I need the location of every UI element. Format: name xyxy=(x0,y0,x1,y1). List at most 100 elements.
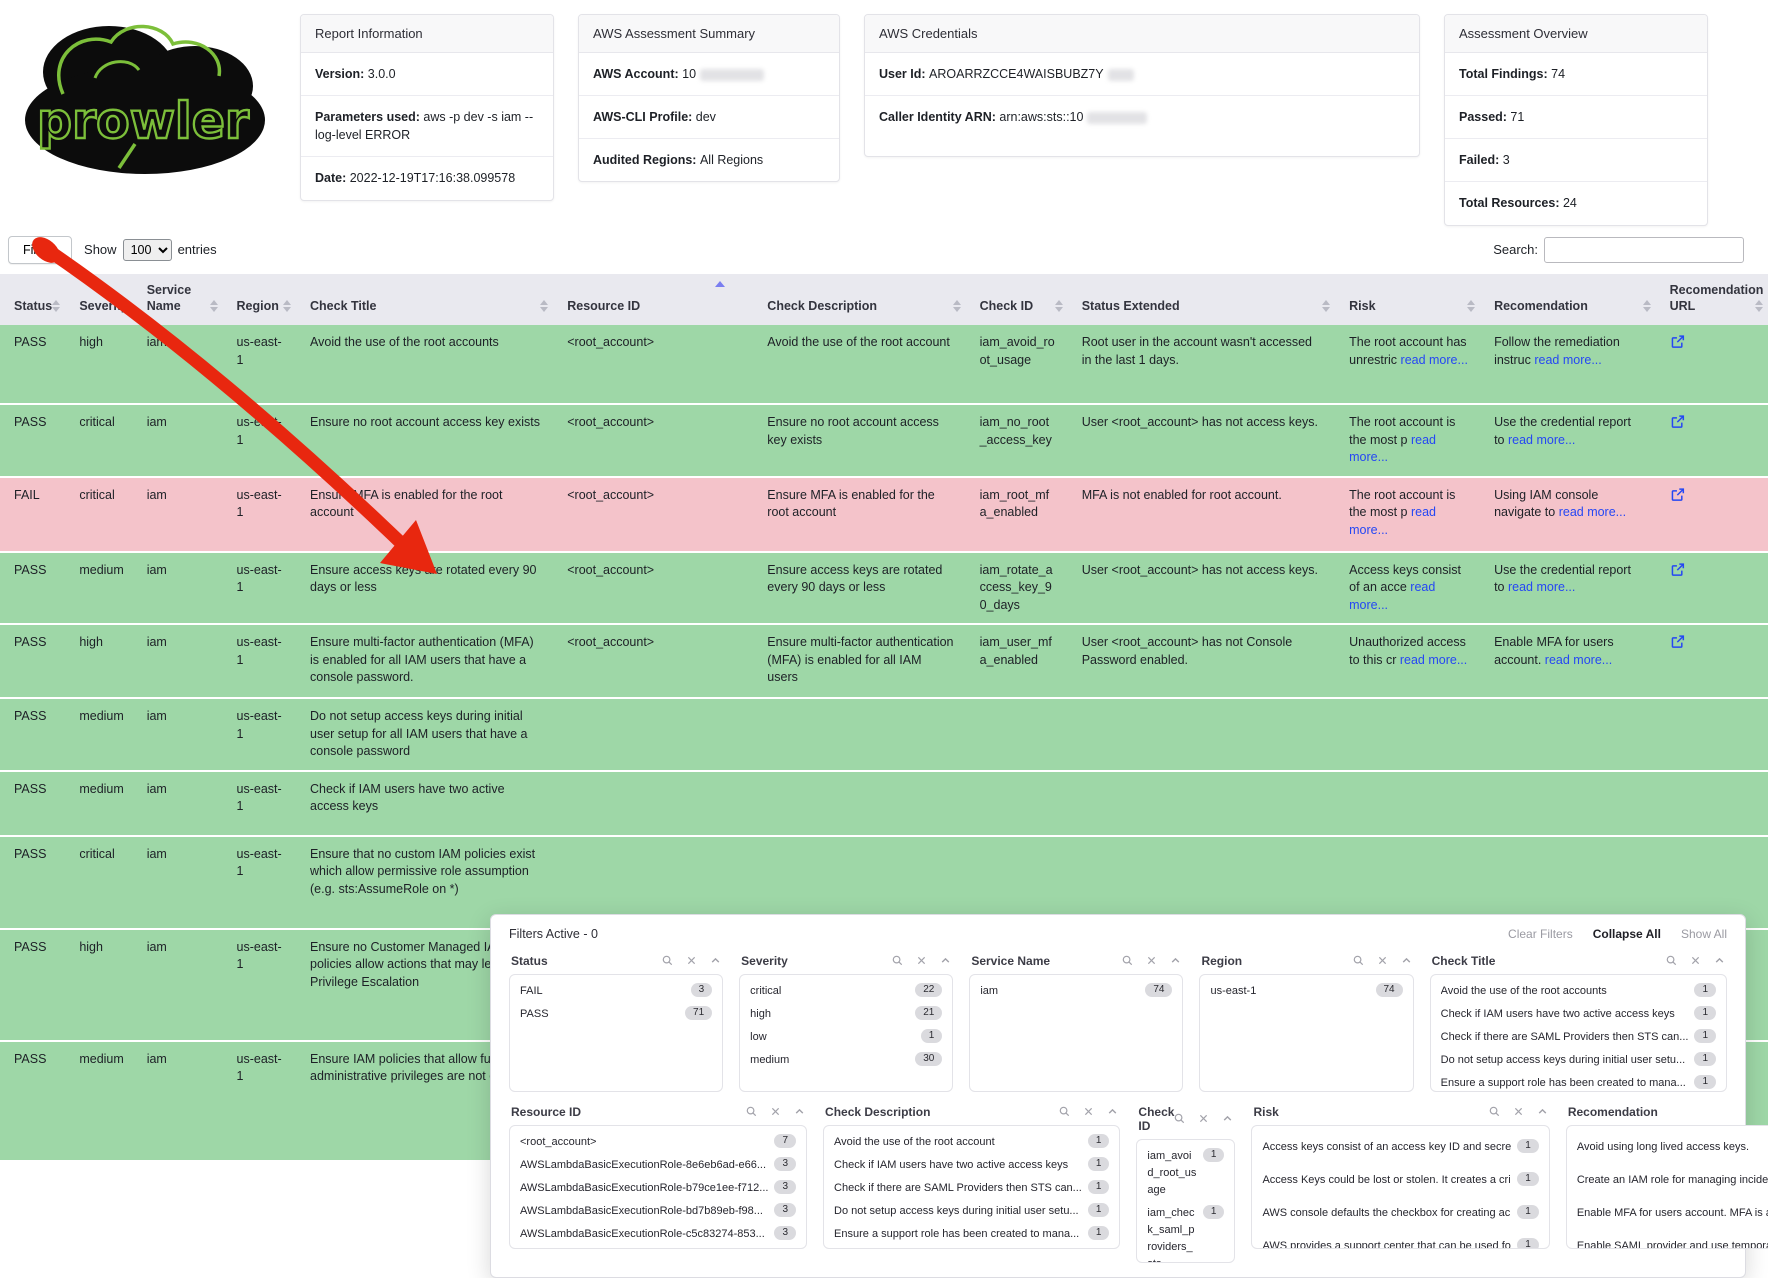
filter-item[interactable]: AWSLambdaBasicExecutionRole-c5c83274-853… xyxy=(510,1223,806,1246)
column-header-recommendation[interactable]: Recomendation xyxy=(1480,274,1656,326)
search-icon[interactable] xyxy=(1122,955,1133,966)
clear-icon[interactable] xyxy=(771,1107,780,1116)
logo-wordmark: prowler xyxy=(37,92,249,150)
read-more-link[interactable]: read more... xyxy=(1401,353,1468,367)
clear-icon[interactable] xyxy=(1514,1107,1523,1116)
filter-item[interactable]: Ensure access keys are rotated every 90 … xyxy=(824,1246,1119,1249)
clear-icon[interactable] xyxy=(1691,956,1700,965)
filter-item[interactable]: AWSLambdaBasicExecutionRole-8e6eb6ad-e66… xyxy=(510,1154,806,1177)
card-row-value: 3 xyxy=(1503,153,1510,167)
chevron-up-icon[interactable] xyxy=(794,1106,805,1117)
filter-item[interactable]: iam_avoid_root_usage1 xyxy=(1137,1145,1234,1202)
filter-item[interactable]: Check if IAM users have two active acces… xyxy=(824,1154,1119,1177)
filter-item[interactable]: Create an IAM role for managing incident… xyxy=(1567,1164,1768,1197)
chevron-up-icon[interactable] xyxy=(1714,955,1725,966)
column-header-check_id[interactable]: Check ID xyxy=(966,274,1068,326)
external-link-icon[interactable] xyxy=(1670,562,1685,583)
column-header-recommendation_url[interactable]: Recomendation URL xyxy=(1656,274,1768,326)
filter-item[interactable]: low1 xyxy=(740,1026,952,1049)
filter-item[interactable]: <root_account>7 xyxy=(510,1131,806,1154)
filter-item[interactable]: AWS console defaults the checkbox for cr… xyxy=(1252,1197,1548,1230)
filters-action-collapse-all[interactable]: Collapse All xyxy=(1593,927,1661,941)
filter-item[interactable]: AWSLambdaBasicExecutionRole-cee047be-4d6… xyxy=(510,1246,806,1249)
filter-item[interactable]: iam74 xyxy=(970,980,1182,1003)
filter-item[interactable]: Enable MFA for users account. MFA is a s… xyxy=(1567,1197,1768,1230)
filter-item[interactable]: PASS71 xyxy=(510,1003,722,1026)
column-header-check_description[interactable]: Check Description xyxy=(753,274,965,326)
filter-item[interactable]: iam_check_saml_providers_sts1 xyxy=(1137,1202,1234,1263)
column-header-resource_id[interactable]: Resource ID xyxy=(553,274,753,326)
search-icon[interactable] xyxy=(746,1106,757,1117)
filters-action-clear-filters[interactable]: Clear Filters xyxy=(1508,927,1573,941)
column-header-status_extended[interactable]: Status Extended xyxy=(1068,274,1335,326)
filter-item[interactable]: Avoid the use of the root account1 xyxy=(824,1131,1119,1154)
chevron-up-icon[interactable] xyxy=(1222,1113,1233,1124)
filter-item[interactable]: critical22 xyxy=(740,980,952,1003)
filter-item-label: low xyxy=(750,1029,915,1046)
clear-icon[interactable] xyxy=(1199,1114,1208,1123)
external-link-icon[interactable] xyxy=(1670,334,1685,355)
filter-item[interactable]: Check if there are SAML Providers then S… xyxy=(824,1177,1119,1200)
clear-icon[interactable] xyxy=(687,956,696,965)
read-more-link[interactable]: read more... xyxy=(1400,653,1467,667)
filter-item[interactable]: Access keys consist of an access key ID … xyxy=(1252,1131,1548,1164)
filter-item[interactable]: Ensure a support role has been created t… xyxy=(1431,1072,1726,1092)
filter-item[interactable]: Ensure a support role has been created t… xyxy=(824,1223,1119,1246)
filter-item[interactable]: Avoid using long lived access keys.1 xyxy=(1567,1131,1768,1164)
filter-item[interactable]: Check if IAM users have two active acces… xyxy=(1431,1003,1726,1026)
external-link-icon[interactable] xyxy=(1670,634,1685,655)
clear-icon[interactable] xyxy=(1147,956,1156,965)
column-header-status[interactable]: Status xyxy=(0,274,65,326)
filter-item[interactable]: AWS provides a support center that can b… xyxy=(1252,1230,1548,1249)
entries-select[interactable]: 100 xyxy=(123,239,172,261)
chevron-up-icon[interactable] xyxy=(1401,955,1412,966)
cell-severity: critical xyxy=(65,405,132,478)
filter-item-count-badge: 7 xyxy=(774,1134,796,1148)
filters-action-show-all[interactable]: Show All xyxy=(1681,927,1727,941)
filter-item[interactable]: Check if there are SAML Providers then S… xyxy=(1431,1026,1726,1049)
filter-item[interactable]: Enable SAML provider and use temporary c… xyxy=(1567,1230,1768,1249)
column-header-label: Check Title xyxy=(310,299,376,313)
filter-item[interactable]: high21 xyxy=(740,1003,952,1026)
search-icon[interactable] xyxy=(1174,1113,1185,1124)
filter-item[interactable]: AWSLambdaBasicExecutionRole-b79ce1ee-f71… xyxy=(510,1177,806,1200)
search-icon[interactable] xyxy=(1353,955,1364,966)
chevron-up-icon[interactable] xyxy=(710,955,721,966)
filter-item[interactable]: AWSLambdaBasicExecutionRole-bd7b89eb-f98… xyxy=(510,1200,806,1223)
chevron-up-icon[interactable] xyxy=(1537,1106,1548,1117)
search-icon[interactable] xyxy=(892,955,903,966)
filter-group-header: Severity xyxy=(739,954,953,974)
search-icon[interactable] xyxy=(1059,1106,1070,1117)
clear-icon[interactable] xyxy=(1084,1107,1093,1116)
chevron-up-icon[interactable] xyxy=(1107,1106,1118,1117)
filter-item[interactable]: Access Keys could be lost or stolen. It … xyxy=(1252,1164,1548,1197)
column-header-check_title[interactable]: Check Title xyxy=(296,274,553,326)
filter-item[interactable]: Do not setup access keys during initial … xyxy=(1431,1049,1726,1072)
external-link-icon[interactable] xyxy=(1670,414,1685,435)
filter-item[interactable]: Avoid the use of the root accounts1 xyxy=(1431,980,1726,1003)
column-header-severity[interactable]: Severity xyxy=(65,274,132,326)
column-header-service[interactable]: Service Name xyxy=(133,274,223,326)
search-icon[interactable] xyxy=(1489,1106,1500,1117)
filters-button[interactable]: Filters xyxy=(8,236,72,264)
search-icon[interactable] xyxy=(662,955,673,966)
filter-item[interactable]: medium30 xyxy=(740,1049,952,1072)
external-link-icon[interactable] xyxy=(1670,487,1685,508)
column-header-region[interactable]: Region xyxy=(223,274,296,326)
read-more-link[interactable]: read more... xyxy=(1559,505,1626,519)
read-more-link[interactable]: read more... xyxy=(1534,353,1601,367)
read-more-link[interactable]: read more... xyxy=(1508,580,1575,594)
filter-item[interactable]: us-east-174 xyxy=(1200,980,1412,1003)
chevron-up-icon[interactable] xyxy=(1170,955,1181,966)
search-input[interactable] xyxy=(1544,237,1744,263)
filter-item[interactable]: FAIL3 xyxy=(510,980,722,1003)
clear-icon[interactable] xyxy=(1378,956,1387,965)
clear-icon[interactable] xyxy=(917,956,926,965)
chevron-up-icon[interactable] xyxy=(940,955,951,966)
read-more-link[interactable]: read more... xyxy=(1545,653,1612,667)
read-more-link[interactable]: read more... xyxy=(1508,433,1575,447)
search-icon[interactable] xyxy=(1666,955,1677,966)
column-header-risk[interactable]: Risk xyxy=(1335,274,1480,326)
filter-item[interactable]: Do not setup access keys during initial … xyxy=(824,1200,1119,1223)
card-row: Date: 2022-12-19T17:16:38.099578 xyxy=(301,157,553,199)
